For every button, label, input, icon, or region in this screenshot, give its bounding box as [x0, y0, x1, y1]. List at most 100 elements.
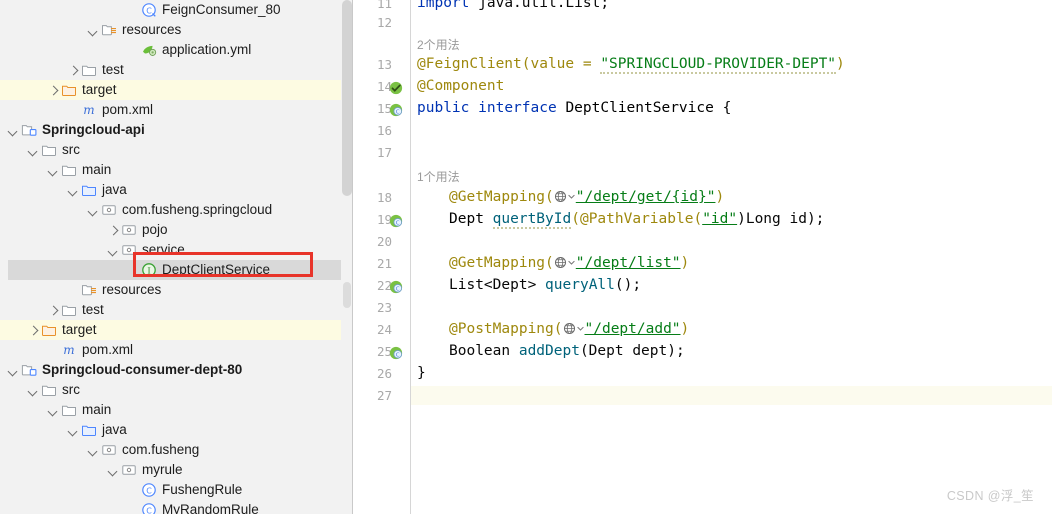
tree-item-label: java [102, 182, 127, 197]
tree-item-label: com.fusheng [122, 442, 200, 457]
spring-bean-icon[interactable] [389, 80, 403, 95]
chevron-down-icon[interactable] [48, 405, 59, 416]
code-line-11[interactable]: import java.util.List; [417, 0, 609, 13]
tree-item-java[interactable]: java [0, 180, 341, 200]
globe-icon[interactable] [554, 256, 567, 269]
tree-item-label: pojo [142, 222, 168, 237]
code-line-25[interactable]: Boolean addDept(Dept dept); [417, 342, 685, 361]
line-number: 24 [376, 322, 392, 337]
chevron-down-icon[interactable] [567, 189, 576, 205]
target-folder-icon [41, 322, 58, 338]
module-icon [21, 122, 38, 138]
code-line-13[interactable]: @FeignClient(value = "SPRINGCLOUD-PROVID… [417, 55, 845, 74]
tree-item-com-fusheng[interactable]: com.fusheng [0, 440, 341, 460]
chevron-right-icon[interactable] [48, 85, 59, 96]
tree-item-test[interactable]: test [0, 300, 341, 320]
svg-text:C: C [146, 506, 152, 514]
tree-item-test[interactable]: test [0, 60, 341, 80]
chevron-down-icon[interactable] [8, 125, 19, 136]
chevron-down-icon[interactable] [68, 185, 79, 196]
tree-item-service[interactable]: service [0, 240, 341, 260]
tree-item-feignconsumer-80[interactable]: C FeignConsumer_80 [0, 0, 341, 20]
code-line-26[interactable]: } [417, 364, 426, 383]
chevron-down-icon[interactable] [88, 205, 99, 216]
editor-gutter[interactable]: 11 12 13 14 15 C 16 17 18 19 C 20 21 22 C 23 24 25 C 26 27 [353, 0, 410, 514]
tree-item-label: resources [122, 22, 182, 37]
chevron-down-icon[interactable] [28, 145, 39, 156]
chevron-down-icon[interactable] [88, 25, 99, 36]
tree-item-resources[interactable]: resources [0, 20, 341, 40]
tree-item-label: resources [102, 282, 162, 297]
code-line-15[interactable]: public interface DeptClientService { [417, 99, 731, 118]
chevron-right-icon[interactable] [28, 325, 39, 336]
globe-icon[interactable] [563, 322, 576, 335]
tree-item-springcloud-consumer-dept-80[interactable]: Springcloud-consumer-dept-80 [0, 360, 341, 380]
chevron-right-icon[interactable] [48, 305, 59, 316]
module-icon [21, 362, 38, 378]
chevron-down-icon[interactable] [8, 365, 19, 376]
spring-implementation-icon[interactable]: C [389, 345, 403, 360]
tree-item-label: test [82, 302, 104, 317]
chevron-right-icon[interactable] [68, 65, 79, 76]
project-tree-list[interactable]: C FeignConsumer_80 resources application.ym… [0, 0, 341, 514]
scrollbar-thumb[interactable] [342, 0, 352, 196]
tree-item-myrule[interactable]: myrule [0, 460, 341, 480]
code-editor[interactable]: 11 12 13 14 15 C 16 17 18 19 C 20 21 22 C 23 24 25 C 26 27 i… [353, 0, 1052, 514]
tree-arrow-placeholder [68, 285, 79, 296]
tree-item-src[interactable]: src [0, 380, 341, 400]
chevron-down-icon[interactable] [108, 465, 119, 476]
tree-item-target[interactable]: target [0, 80, 341, 100]
scrollbar-thumb-secondary[interactable] [343, 282, 351, 308]
code-line-14[interactable]: @Component [417, 77, 504, 96]
tree-item-application-yml[interactable]: application.yml [0, 40, 341, 60]
tree-item-springcloud-api[interactable]: Springcloud-api [0, 120, 341, 140]
tree-item-myrandomrule[interactable]: C MyRandomRule [0, 500, 341, 514]
tree-item-pojo[interactable]: pojo [0, 220, 341, 240]
chevron-down-icon[interactable] [88, 445, 99, 456]
globe-icon[interactable] [554, 190, 567, 203]
chevron-down-icon[interactable] [576, 321, 585, 337]
svg-text:I: I [147, 266, 150, 276]
usage-hint[interactable]: 1个用法 [417, 169, 460, 185]
tree-item-label: src [62, 382, 80, 397]
tree-item-fushengrule[interactable]: C FushengRule [0, 480, 341, 500]
tree-arrow-placeholder [68, 105, 79, 116]
code-line-24[interactable]: @PostMapping("/dept/add") [417, 320, 689, 339]
maven-pom-icon: m [81, 102, 98, 118]
code-line-22[interactable]: List<Dept> queryAll(); [417, 276, 641, 295]
folder-icon [41, 142, 58, 158]
line-number: 27 [376, 388, 392, 403]
code-line-21[interactable]: @GetMapping("/dept/list") [417, 254, 689, 273]
tree-item-label: FeignConsumer_80 [162, 2, 281, 17]
chevron-down-icon[interactable] [48, 165, 59, 176]
code-line-19[interactable]: Dept quertById(@PathVariable("id")Long i… [417, 210, 824, 229]
chevron-right-icon[interactable] [108, 225, 119, 236]
usage-hint[interactable]: 2个用法 [417, 37, 460, 53]
tree-item-pom-xml[interactable]: m pom.xml [0, 100, 341, 120]
spring-implementation-icon[interactable]: C [389, 102, 403, 117]
package-icon [121, 462, 138, 478]
source-root-folder-icon [81, 422, 98, 438]
svg-text:C: C [146, 486, 152, 495]
line-number: 11 [376, 0, 392, 11]
chevron-down-icon[interactable] [68, 425, 79, 436]
spring-implementation-icon[interactable]: C [389, 279, 403, 294]
chevron-down-icon[interactable] [567, 255, 576, 271]
tree-item-pom-xml[interactable]: m pom.xml [0, 340, 341, 360]
yml-file-icon [141, 42, 158, 58]
tree-item-src[interactable]: src [0, 140, 341, 160]
tree-item-resources[interactable]: resources [0, 280, 341, 300]
chevron-down-icon[interactable] [108, 245, 119, 256]
chevron-down-icon[interactable] [28, 385, 39, 396]
code-line-18[interactable]: @GetMapping("/dept/get/{id}") [417, 188, 724, 207]
line-number: 18 [376, 190, 392, 205]
project-tree-panel[interactable]: C FeignConsumer_80 resources application.ym… [0, 0, 353, 514]
tree-item-main[interactable]: main [0, 400, 341, 420]
tree-item-label: target [62, 322, 97, 337]
tree-item-deptclientservice[interactable]: I DeptClientService [8, 260, 341, 280]
tree-item-com-fusheng-springcloud[interactable]: com.fusheng.springcloud [0, 200, 341, 220]
tree-item-main[interactable]: main [0, 160, 341, 180]
tree-item-target[interactable]: target [0, 320, 341, 340]
tree-item-java[interactable]: java [0, 420, 341, 440]
spring-implementation-icon[interactable]: C [389, 213, 403, 228]
